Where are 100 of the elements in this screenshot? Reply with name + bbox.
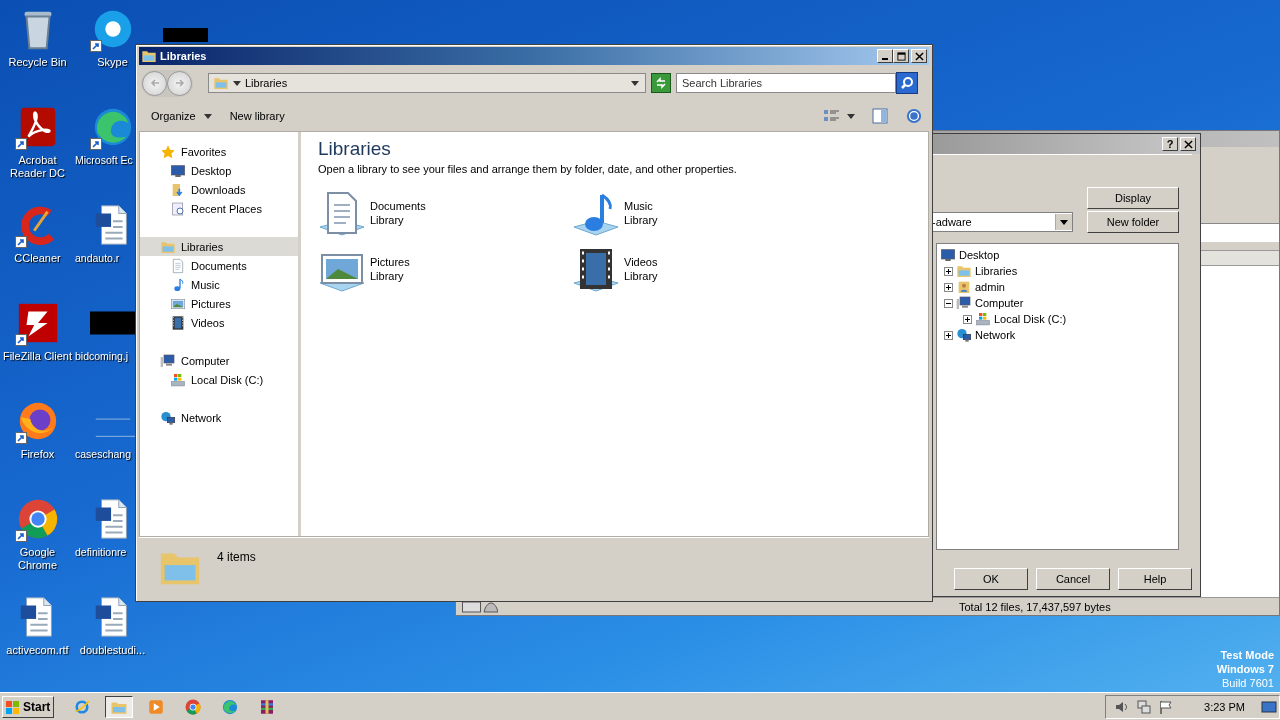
flag-icon[interactable]	[1158, 698, 1175, 715]
expander-icon[interactable]	[963, 314, 972, 324]
refresh-icon	[654, 76, 668, 90]
library-item[interactable]: Music Library	[572, 189, 826, 237]
nav-item[interactable]: Local Disk (C:)	[140, 370, 298, 389]
address-bar[interactable]: Libraries	[208, 73, 646, 93]
network-icon[interactable]	[1136, 698, 1153, 715]
search-icon	[900, 76, 914, 90]
drive-icon	[462, 600, 498, 613]
help-icon[interactable]	[905, 108, 923, 124]
dropdown-arrow-icon	[1060, 219, 1068, 225]
tree-item[interactable]: Computer	[975, 297, 1024, 309]
minimize-icon	[882, 58, 888, 60]
windows-logo-icon	[5, 698, 21, 715]
nav-item[interactable]: Downloads	[140, 180, 298, 199]
computer-icon	[956, 295, 972, 311]
disk-icon	[975, 311, 991, 327]
desktop-icon-label[interactable]: caseschang	[75, 448, 132, 461]
documents-library-icon	[318, 189, 366, 237]
user-icon	[956, 279, 972, 295]
redaction-block	[163, 28, 208, 42]
desktop-icon-label[interactable]: doublestudi...	[79, 644, 146, 657]
desktop-icon-label[interactable]: Recycle Bin	[8, 56, 67, 69]
content-description: Open a library to see your files and arrange them by folder, date, and other properties.	[318, 163, 738, 175]
caret-icon[interactable]	[847, 113, 855, 119]
desktop-icon-label[interactable]: Acrobat Reader DC	[1, 154, 74, 180]
nav-item[interactable]: Desktop	[140, 161, 298, 180]
help-button[interactable]: ?	[1162, 137, 1178, 151]
refresh-button[interactable]	[651, 73, 671, 93]
item-count: 4 items	[217, 550, 256, 564]
nav-item[interactable]: Libraries	[140, 237, 298, 256]
dialog-button[interactable]: Cancel	[1036, 568, 1110, 590]
tree-item[interactable]: admin	[975, 281, 1005, 293]
start-button[interactable]: Start	[2, 695, 54, 718]
os-notice-text: Windows 7	[1216, 662, 1274, 676]
tree-item[interactable]: Desktop	[959, 249, 1000, 261]
winrar-app-icon	[258, 697, 276, 716]
caret-icon	[203, 113, 212, 119]
nav-item[interactable]: Computer	[140, 351, 298, 370]
desktop-icon-label[interactable]: definitionre	[75, 546, 127, 559]
maximize-icon	[896, 51, 906, 61]
forward-arrow-icon	[173, 77, 186, 89]
desktop-icon-label[interactable]: bidcoming.j	[75, 350, 129, 363]
back-arrow-icon	[148, 77, 161, 89]
new-folder-button[interactable]: New folder	[1087, 211, 1179, 233]
maximize-button[interactable]	[893, 49, 909, 63]
expander-icon[interactable]	[944, 282, 953, 292]
nav-item[interactable]: Network	[140, 408, 298, 427]
nav-item[interactable]: Videos	[140, 313, 298, 332]
edge-app-icon	[221, 697, 239, 716]
expander-icon[interactable]	[944, 298, 953, 308]
clock[interactable]: 3:23 PM	[1204, 700, 1245, 713]
desktop-icon-label[interactable]: CCleaner	[14, 252, 61, 265]
disk-icon	[170, 371, 186, 388]
nav-item[interactable]: Music	[140, 275, 298, 294]
close-button[interactable]	[1180, 137, 1196, 151]
display-button[interactable]: Display	[1087, 187, 1179, 209]
videos-icon	[170, 314, 186, 331]
show-desktop-icon[interactable]	[1261, 698, 1277, 715]
minimize-button[interactable]	[877, 49, 893, 63]
expander-icon[interactable]	[944, 266, 953, 276]
tree-item[interactable]: Local Disk (C:)	[994, 313, 1067, 325]
nav-item[interactable]: Pictures	[140, 294, 298, 313]
desktop-icon-label[interactable]: FileZilla Client	[2, 350, 73, 363]
desktop-icon-label[interactable]: andauto.r	[75, 252, 120, 265]
search-button[interactable]	[896, 72, 918, 94]
nav-item[interactable]: Favorites	[140, 142, 298, 161]
library-icon	[956, 263, 972, 279]
caret-icon	[631, 80, 639, 86]
desktop-icon-label[interactable]: Microsoft Ec	[75, 154, 133, 167]
library-item[interactable]: Documents Library	[318, 189, 572, 237]
toolbar-button[interactable]: New library	[223, 108, 291, 124]
desktop-icon-label[interactable]: Google Chrome	[1, 546, 74, 572]
network-icon	[956, 327, 972, 343]
computer-icon	[160, 352, 176, 369]
os-notice-text: Test Mode	[1220, 648, 1274, 662]
library-item[interactable]: Pictures Library	[318, 245, 572, 293]
desktop-icon-label[interactable]: activecom.rtf	[6, 644, 69, 657]
media-app-icon	[147, 697, 165, 716]
dialog-button[interactable]: Help	[1118, 568, 1192, 590]
tree-item[interactable]: Network	[975, 329, 1016, 341]
nav-item[interactable]: Recent Places	[140, 199, 298, 218]
toolbar-button[interactable]: Organize	[145, 108, 218, 124]
library-icon	[213, 75, 229, 91]
library-item[interactable]: Videos Library	[572, 245, 826, 293]
explorer-taskbar-button[interactable]	[105, 695, 133, 718]
library-icon	[141, 48, 157, 64]
desktop-icon-label[interactable]: Firefox	[20, 448, 55, 461]
preview-pane-icon[interactable]	[871, 108, 889, 124]
desktop-icon-label[interactable]: Skype	[97, 56, 128, 69]
dialog-button[interactable]: OK	[954, 568, 1028, 590]
star-icon	[160, 143, 176, 160]
folder-combo[interactable]: -adware	[931, 212, 1073, 232]
tree-item[interactable]: Libraries	[975, 265, 1018, 277]
recent-icon	[170, 200, 186, 217]
nav-item[interactable]: Documents	[140, 256, 298, 275]
documents-icon	[170, 257, 186, 274]
close-button[interactable]	[911, 49, 927, 63]
search-field[interactable]: Search Libraries	[676, 73, 896, 93]
expander-icon[interactable]	[944, 330, 953, 340]
